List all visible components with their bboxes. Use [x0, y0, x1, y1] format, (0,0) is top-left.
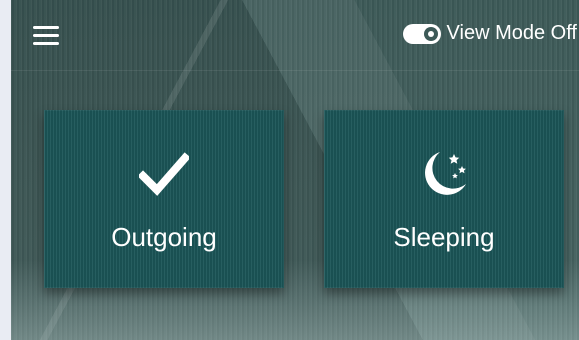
moon-stars-icon [416, 148, 472, 200]
app-panel: View Mode Off Outgoing Sleeping [11, 0, 579, 340]
outgoing-label: Outgoing [111, 222, 217, 252]
view-mode-toggle[interactable]: View Mode Off [402, 22, 577, 45]
checkmark-icon [139, 148, 189, 200]
view-mode-label: View Mode Off [446, 22, 577, 44]
toggle-switch[interactable] [402, 23, 441, 44]
sleeping-button[interactable]: Sleeping [324, 110, 564, 288]
outgoing-button[interactable]: Outgoing [44, 110, 284, 288]
sleeping-label: Sleeping [393, 222, 495, 252]
hamburger-menu-icon[interactable] [33, 26, 59, 46]
top-bar: View Mode Off [11, 0, 579, 71]
toggle-knob [423, 26, 438, 41]
